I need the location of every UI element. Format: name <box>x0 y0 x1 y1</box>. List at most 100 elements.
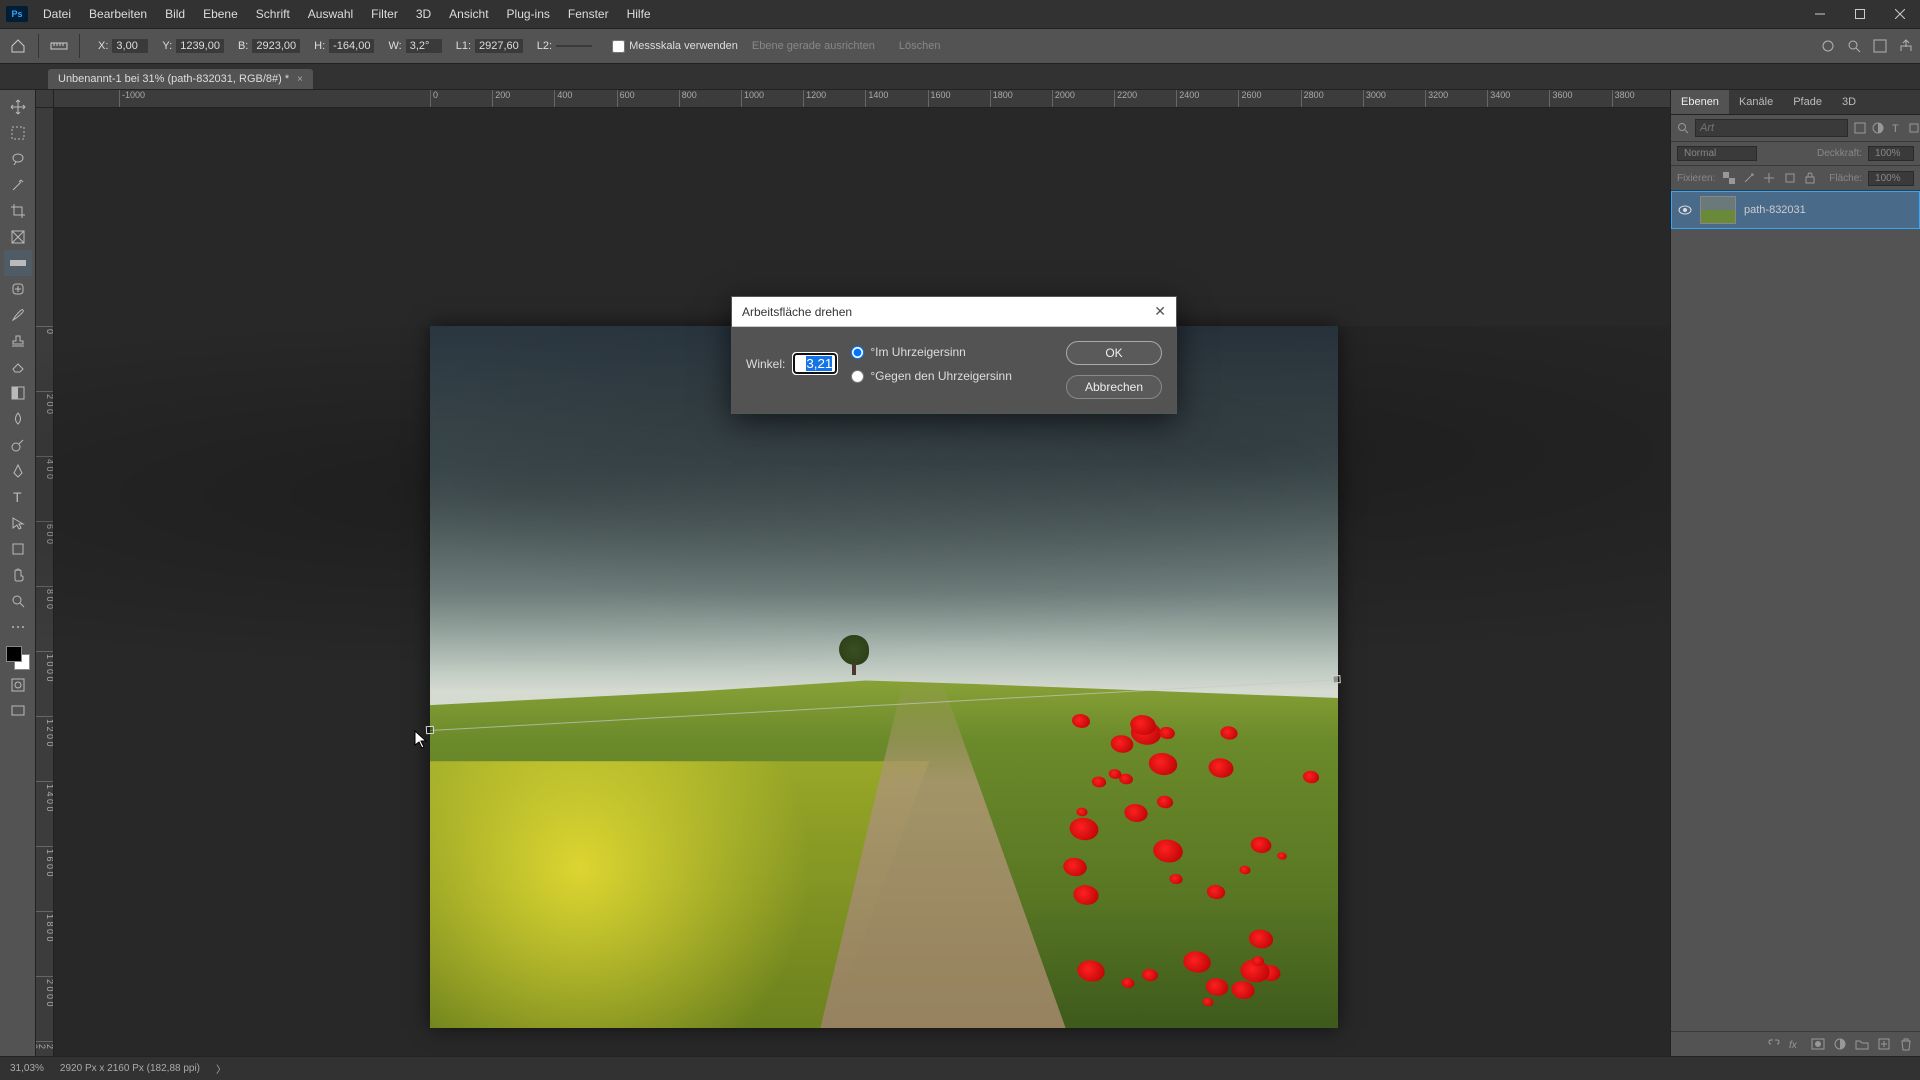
layer-thumbnail[interactable] <box>1700 196 1736 224</box>
marquee-tool-icon[interactable] <box>4 120 32 146</box>
b-value[interactable]: 2923,00 <box>252 39 300 53</box>
lock-image-icon[interactable] <box>1742 170 1756 186</box>
dodge-tool-icon[interactable] <box>4 432 32 458</box>
minimize-button[interactable] <box>1800 0 1840 28</box>
blur-tool-icon[interactable] <box>4 406 32 432</box>
menu-plugins[interactable]: Plug-ins <box>498 3 559 25</box>
close-tab-icon[interactable]: × <box>297 74 303 85</box>
quickmask-icon[interactable] <box>4 672 32 698</box>
ruler-tool-icon[interactable] <box>47 34 71 58</box>
angle-input[interactable] <box>793 353 837 374</box>
close-button[interactable] <box>1880 0 1920 28</box>
link-layers-icon[interactable] <box>1766 1036 1782 1052</box>
search-icon[interactable] <box>1846 38 1862 54</box>
dialog-close-icon[interactable]: ✕ <box>1154 303 1166 320</box>
eraser-tool-icon[interactable] <box>4 354 32 380</box>
adjustment-icon[interactable] <box>1832 1036 1848 1052</box>
use-scale-checkbox[interactable]: Messskala verwenden <box>612 40 738 53</box>
zoom-tool-icon[interactable] <box>4 588 32 614</box>
color-swatches[interactable] <box>4 644 32 672</box>
opacity-value[interactable]: 100% <box>1868 146 1914 161</box>
y-value[interactable]: 1239,00 <box>176 39 224 53</box>
tab-3d[interactable]: 3D <box>1832 90 1866 114</box>
lock-transparent-icon[interactable] <box>1721 170 1735 186</box>
menu-ansicht[interactable]: Ansicht <box>440 3 497 25</box>
heal-tool-icon[interactable] <box>4 276 32 302</box>
frame-tool-icon[interactable] <box>4 224 32 250</box>
edit-toolbar-icon[interactable] <box>4 614 32 640</box>
cw-radio[interactable]: °Im Uhrzeigersinn <box>851 345 1012 359</box>
crop-tool-icon[interactable] <box>4 198 32 224</box>
move-tool-icon[interactable] <box>4 94 32 120</box>
cloud-icon[interactable] <box>1820 38 1836 54</box>
x-value[interactable]: 3,00 <box>112 39 148 53</box>
group-icon[interactable] <box>1854 1036 1870 1052</box>
wand-tool-icon[interactable] <box>4 172 32 198</box>
tab-ebenen[interactable]: Ebenen <box>1671 90 1729 114</box>
fx-icon[interactable]: fx <box>1788 1036 1804 1052</box>
tab-kanaele[interactable]: Kanäle <box>1729 90 1783 114</box>
cancel-button[interactable]: Abbrechen <box>1066 375 1162 399</box>
menu-fenster[interactable]: Fenster <box>559 3 618 25</box>
menu-datei[interactable]: Datei <box>34 3 80 25</box>
new-layer-icon[interactable] <box>1876 1036 1892 1052</box>
eyedropper-ruler-tool-icon[interactable] <box>4 250 32 276</box>
ruler-handle-end[interactable] <box>1332 675 1340 683</box>
layer-name[interactable]: path-832031 <box>1744 204 1806 216</box>
fg-color[interactable] <box>6 646 22 662</box>
layer-filter-input[interactable] <box>1695 119 1848 137</box>
lock-artboard-icon[interactable] <box>1782 170 1796 186</box>
doc-info[interactable]: 2920 Px x 2160 Px (182,88 ppi) <box>60 1063 200 1074</box>
hand-tool-icon[interactable] <box>4 562 32 588</box>
layer-row[interactable]: path-832031 <box>1671 191 1920 229</box>
dialog-titlebar[interactable]: Arbeitsfläche drehen ✕ <box>732 297 1176 327</box>
h-value[interactable]: -164,00 <box>329 39 374 53</box>
menu-schrift[interactable]: Schrift <box>247 3 299 25</box>
tab-pfade[interactable]: Pfade <box>1783 90 1832 114</box>
delete-layer-icon[interactable] <box>1898 1036 1914 1052</box>
gradient-tool-icon[interactable] <box>4 380 32 406</box>
menu-hilfe[interactable]: Hilfe <box>618 3 660 25</box>
menu-bild[interactable]: Bild <box>156 3 194 25</box>
shape-tool-icon[interactable] <box>4 536 32 562</box>
l2-value[interactable] <box>556 45 592 47</box>
lock-position-icon[interactable] <box>1762 170 1776 186</box>
lock-all-icon[interactable] <box>1803 170 1817 186</box>
filter-adjust-icon[interactable] <box>1872 120 1884 136</box>
brush-tool-icon[interactable] <box>4 302 32 328</box>
filter-shape-icon[interactable] <box>1908 120 1920 136</box>
filter-search-icon[interactable] <box>1677 120 1689 136</box>
ccw-radio[interactable]: °Gegen den Uhrzeigersinn <box>851 369 1012 383</box>
type-tool-icon[interactable]: T <box>4 484 32 510</box>
path-select-tool-icon[interactable] <box>4 510 32 536</box>
ok-button[interactable]: OK <box>1066 341 1162 365</box>
visibility-icon[interactable] <box>1678 205 1692 215</box>
lasso-tool-icon[interactable] <box>4 146 32 172</box>
clear-button[interactable]: Löschen <box>889 38 951 54</box>
horizontal-ruler[interactable]: -100002004006008001000120014001600180020… <box>54 90 1670 108</box>
menu-3d[interactable]: 3D <box>407 3 440 25</box>
workspace-icon[interactable] <box>1872 38 1888 54</box>
menu-ebene[interactable]: Ebene <box>194 3 247 25</box>
menu-bearbeiten[interactable]: Bearbeiten <box>80 3 156 25</box>
l1-value[interactable]: 2927,60 <box>475 39 523 53</box>
menu-filter[interactable]: Filter <box>362 3 407 25</box>
pen-tool-icon[interactable] <box>4 458 32 484</box>
mask-icon[interactable] <box>1810 1036 1826 1052</box>
canvas-area[interactable]: -100002004006008001000120014001600180020… <box>36 90 1670 1056</box>
document-canvas[interactable] <box>430 326 1338 1028</box>
menu-auswahl[interactable]: Auswahl <box>299 3 362 25</box>
doc-info-chevron-icon[interactable]: 〉 <box>216 1061 226 1076</box>
screenmode-icon[interactable] <box>4 698 32 724</box>
maximize-button[interactable] <box>1840 0 1880 28</box>
w-value[interactable]: 3,2° <box>406 39 442 53</box>
home-icon[interactable] <box>6 34 30 58</box>
straighten-button[interactable]: Ebene gerade ausrichten <box>742 38 885 54</box>
document-tab[interactable]: Unbenannt-1 bei 31% (path-832031, RGB/8#… <box>48 69 313 89</box>
fill-value[interactable]: 100% <box>1868 171 1914 186</box>
blend-mode-select[interactable]: Normal <box>1677 146 1757 161</box>
share-icon[interactable] <box>1898 38 1914 54</box>
filter-type-icon[interactable]: T <box>1890 120 1902 136</box>
ruler-handle-start[interactable] <box>426 726 434 734</box>
zoom-level[interactable]: 31,03% <box>10 1063 44 1074</box>
